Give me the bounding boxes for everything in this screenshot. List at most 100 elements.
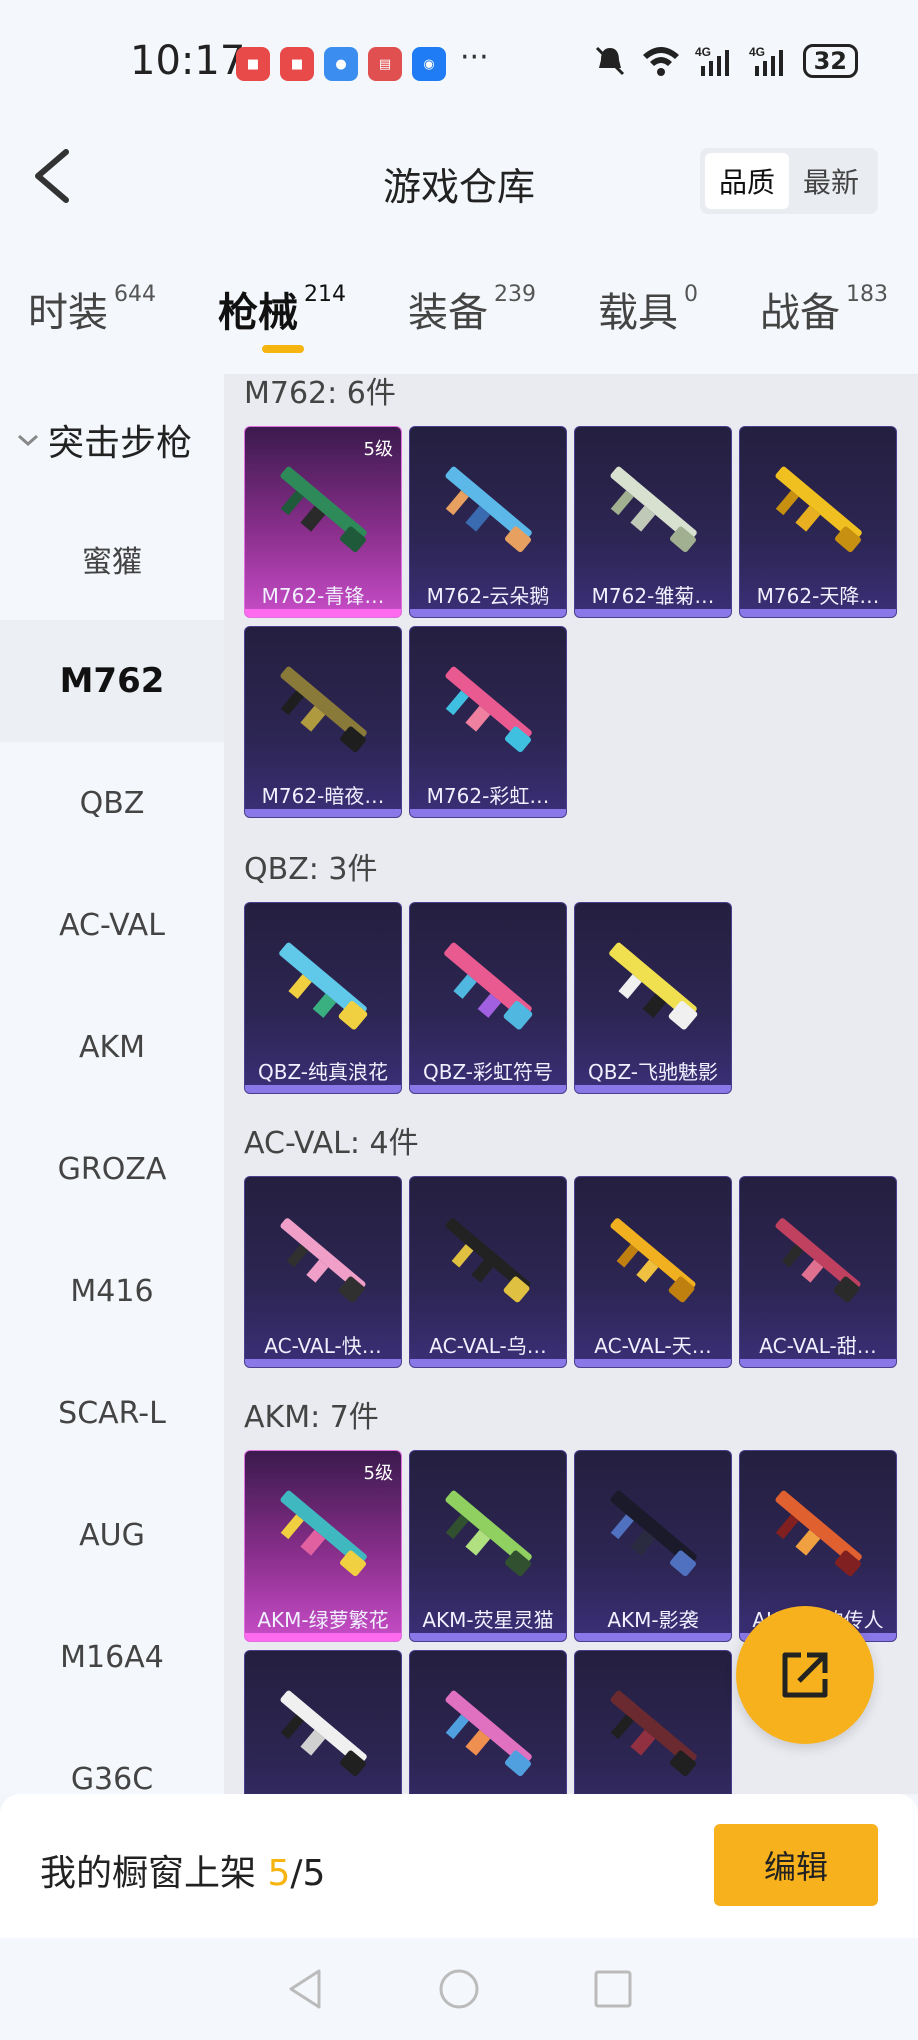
rifle-skin-icon <box>775 1490 862 1577</box>
rifle-skin-icon <box>610 1218 696 1303</box>
showcase-label: 我的橱窗上架 <box>40 1853 257 1894</box>
rifle-skin-icon <box>445 1690 532 1777</box>
rarity-bar <box>245 1633 401 1641</box>
rarity-bar <box>410 1359 566 1367</box>
rifle-skin-icon <box>445 466 532 553</box>
tab-label: 时装 <box>28 290 108 336</box>
skin-name: AC-VAL-乌… <box>429 1334 547 1358</box>
section-title-ac-val: AC-VAL: 4件 <box>244 1126 419 1161</box>
rarity-bar <box>740 1359 896 1367</box>
skin-name: M762-青锋… <box>261 584 385 608</box>
sidebar-item-qbz[interactable]: QBZ <box>0 742 224 864</box>
sidebar-item-m762[interactable]: M762 <box>0 620 224 742</box>
rifle-skin-icon <box>775 1218 861 1303</box>
system-icons: 4G 4G 32 <box>593 44 858 78</box>
sidebar-item-akm[interactable]: AKM <box>0 986 224 1108</box>
skin-card[interactable]: M762-彩虹… <box>409 626 567 818</box>
sidebar-category[interactable]: 突击步枪 <box>16 414 192 466</box>
rarity-bar <box>740 609 896 617</box>
skin-card[interactable]: QBZ-飞驰魅影 <box>574 902 732 1094</box>
skin-card[interactable]: M762-云朵鹅 <box>409 426 567 618</box>
skin-card[interactable]: M762-雏菊… <box>574 426 732 618</box>
rarity-bar <box>245 1085 401 1093</box>
skin-name: AKM-影袭 <box>607 1608 699 1632</box>
tab-label: 枪械 <box>218 290 298 336</box>
nav-back-icon[interactable] <box>283 1967 327 2011</box>
share-external-icon <box>782 1652 828 1698</box>
skin-card[interactable] <box>574 1650 732 1794</box>
page-header: 游戏仓库 品质 最新 <box>0 120 918 240</box>
rifle-skin-icon <box>445 666 532 753</box>
skin-card[interactable]: AC-VAL-甜… <box>739 1176 897 1368</box>
status-time: 10:17 <box>130 38 246 84</box>
skin-name: AC-VAL-快… <box>264 1334 382 1358</box>
sidebar-item-groza[interactable]: GROZA <box>0 1108 224 1230</box>
skin-card[interactable]: AC-VAL-快… <box>244 1176 402 1368</box>
showcase-total-count: /5 <box>290 1853 326 1894</box>
tab-equipment[interactable]: 装备 239 <box>408 280 536 338</box>
sidebar-item-aug[interactable]: AUG <box>0 1474 224 1596</box>
rifle-skin-icon <box>609 942 698 1030</box>
sidebar-item-m416[interactable]: M416 <box>0 1230 224 1352</box>
skin-name: AC-VAL-天… <box>594 1334 712 1358</box>
skin-card[interactable]: AC-VAL-乌… <box>409 1176 567 1368</box>
skin-card[interactable]: AKM-荧星灵猫 <box>409 1450 567 1642</box>
book-app-icon: ▤ <box>368 47 402 81</box>
skin-card[interactable]: QBZ-彩虹符号 <box>409 902 567 1094</box>
sort-toggle: 品质 最新 <box>699 148 878 214</box>
rarity-bar <box>410 809 566 817</box>
skin-card[interactable]: QBZ-纯真浪花 <box>244 902 402 1094</box>
skin-name: AKM-绿萝繁花 <box>257 1608 389 1632</box>
rifle-skin-icon <box>610 466 697 553</box>
skin-name: M762-暗夜… <box>261 784 385 808</box>
system-nav-bar <box>0 1938 918 2040</box>
nav-recents-icon[interactable] <box>591 1967 635 2011</box>
share-button[interactable] <box>736 1606 874 1744</box>
skin-card[interactable]: AKM-影袭 <box>574 1450 732 1642</box>
sidebar-item-m16a4[interactable]: M16A4 <box>0 1596 224 1718</box>
skin-card[interactable]: M762-天降… <box>739 426 897 618</box>
edit-button[interactable]: 编辑 <box>714 1824 878 1906</box>
skin-card[interactable] <box>409 1650 567 1794</box>
sort-newest-button[interactable]: 最新 <box>789 153 873 209</box>
skin-card[interactable]: 5级 AKM-绿萝繁花 <box>244 1450 402 1642</box>
rarity-bar <box>410 609 566 617</box>
rifle-skin-icon <box>280 1218 366 1303</box>
skin-name: M762-云朵鹅 <box>426 584 550 608</box>
huawei-app-icon-2: ■ <box>280 47 314 81</box>
nav-home-icon[interactable] <box>437 1967 481 2011</box>
sidebar-item-honey-badger[interactable]: 蜜獾 <box>0 498 224 620</box>
skin-name: QBZ-纯真浪花 <box>257 1060 389 1084</box>
tab-count: 183 <box>846 282 888 307</box>
tab-guns[interactable]: 枪械 214 <box>218 280 346 338</box>
sidebar-category-label: 突击步枪 <box>48 423 193 464</box>
tab-fashion[interactable]: 时装 644 <box>28 280 156 338</box>
skin-card[interactable]: M762-暗夜… <box>244 626 402 818</box>
tab-supplies[interactable]: 战备 183 <box>760 280 888 338</box>
sidebar-item-scar-l[interactable]: SCAR-L <box>0 1352 224 1474</box>
wifi-icon <box>642 47 679 76</box>
skin-card[interactable]: 5级 M762-青锋… <box>244 426 402 618</box>
section-title-qbz: QBZ: 3件 <box>244 852 378 887</box>
tab-count: 0 <box>684 282 698 307</box>
weapon-grid: M762: 6件 5级 M762-青锋… M762-云朵鹅 M762-雏菊… M… <box>224 374 918 1794</box>
rarity-bar <box>245 809 401 817</box>
skin-card[interactable] <box>244 1650 402 1794</box>
weapon-sidebar: 突击步枪 蜜獾 M762 QBZ AC-VAL AKM GROZA M416 S… <box>0 374 224 1797</box>
sidebar-item-ac-val[interactable]: AC-VAL <box>0 864 224 986</box>
rarity-bar <box>575 1085 731 1093</box>
tab-vehicles[interactable]: 载具 0 <box>598 280 698 338</box>
skin-card[interactable]: AC-VAL-天… <box>574 1176 732 1368</box>
skin-name: AC-VAL-甜… <box>759 1334 877 1358</box>
notification-icons: ■ ■ ● ▤ ◉ <box>236 47 446 81</box>
chevron-down-icon <box>18 434 38 447</box>
rarity-bar <box>245 1359 401 1367</box>
tab-label: 战备 <box>760 290 840 336</box>
sort-quality-button[interactable]: 品质 <box>704 153 789 209</box>
rifle-skin-icon <box>445 1218 531 1303</box>
rifle-skin-icon <box>280 1490 367 1577</box>
rarity-bar <box>410 1085 566 1093</box>
rifle-skin-icon <box>279 942 368 1030</box>
rifle-skin-icon <box>610 1690 697 1777</box>
app-root: 10:17 ■ ■ ● ▤ ◉ ··· 4G 4G 32 游戏仓库 品质 最新 … <box>0 0 918 2040</box>
